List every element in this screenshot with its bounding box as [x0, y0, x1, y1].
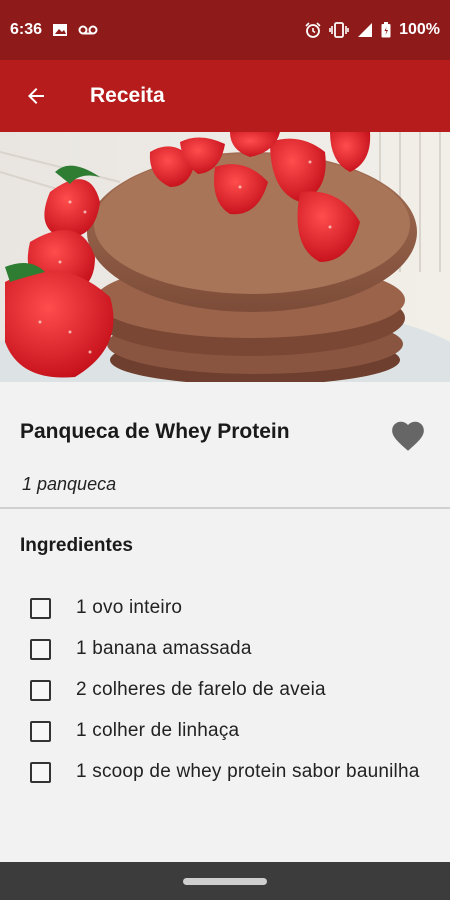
back-button[interactable] — [0, 60, 72, 132]
voicemail-icon — [78, 25, 98, 35]
ingredient-label: 2 colheres de farelo de aveia — [76, 679, 326, 700]
ingredient-label: 1 ovo inteiro — [76, 597, 183, 618]
status-bar: 6:36 100% — [0, 0, 450, 60]
app-bar: Receita — [0, 60, 450, 132]
ingredient-item[interactable]: 1 scoop de whey protein sabor baunilha — [0, 752, 450, 790]
ingredient-checkbox[interactable] — [30, 761, 51, 783]
recipe-header: Panqueca de Whey Protein 1 panqueca — [0, 382, 450, 508]
ingredient-label: 1 scoop de whey protein sabor baunilha — [76, 761, 420, 782]
ingredients-heading: Ingredientes — [20, 535, 133, 556]
vibrate-icon — [329, 22, 349, 38]
ingredient-item[interactable]: 1 colher de linhaça — [0, 711, 450, 751]
recipe-image — [0, 132, 450, 382]
recipe-yield: 1 panqueca — [22, 474, 117, 494]
ingredient-item[interactable]: 2 colheres de farelo de aveia — [0, 670, 450, 710]
system-navigation-bar — [0, 862, 450, 900]
home-gesture-handle[interactable] — [183, 877, 267, 885]
status-time: 6:36 — [10, 21, 43, 38]
ingredient-label: 1 colher de linhaça — [76, 720, 240, 741]
ingredient-checkbox[interactable] — [30, 638, 51, 660]
battery-percentage: 100% — [399, 21, 440, 38]
signal-icon — [358, 23, 373, 37]
recipe-title: Panqueca de Whey Protein — [20, 420, 290, 443]
arrow-left-icon — [28, 88, 44, 104]
heart-icon — [392, 421, 424, 451]
ingredient-checkbox[interactable] — [30, 597, 51, 619]
ingredient-checkbox[interactable] — [30, 679, 51, 701]
favorite-button[interactable] — [386, 414, 430, 458]
alarm-icon — [305, 22, 321, 38]
image-icon — [53, 24, 68, 36]
ingredient-item[interactable]: 1 ovo inteiro — [0, 588, 450, 628]
ingredient-item[interactable]: 1 banana amassada — [0, 629, 450, 669]
page-title: Receita — [90, 84, 165, 107]
ingredients-list: 1 ovo inteiro 1 banana amassada 2 colher… — [0, 584, 450, 790]
ingredient-label: 1 banana amassada — [76, 638, 252, 659]
divider — [0, 507, 450, 509]
ingredient-checkbox[interactable] — [30, 720, 51, 742]
battery-icon — [381, 22, 391, 38]
